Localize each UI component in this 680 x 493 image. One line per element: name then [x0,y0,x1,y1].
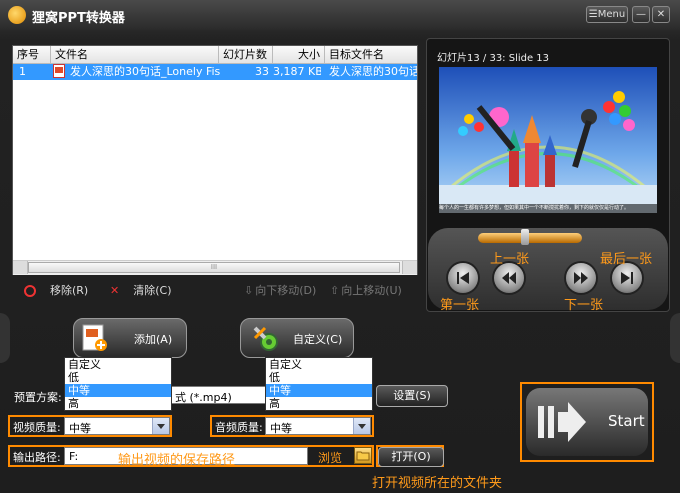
custom-button[interactable]: 自定义(C) [240,318,354,358]
prev-slide-button[interactable] [494,263,524,293]
row-size: 3,187 KB [273,65,321,78]
column-seq[interactable]: 序号 [13,46,51,63]
clear-label: 清除(C) [133,284,172,297]
audio-quality-label: 音频质量: [215,421,263,434]
audio-option-medium[interactable]: 中等 [266,384,372,397]
skip-first-icon [457,272,469,284]
fast-forward-icon [574,272,588,284]
start-button-highlight: Start [520,382,654,462]
column-slides[interactable]: 幻灯片数 [219,46,273,63]
seek-bar[interactable] [478,233,582,243]
minimize-button[interactable]: — [632,6,650,23]
file-list[interactable]: 序号 文件名 幻灯片数 大小 目标文件名 1 发人深思的30句话_Lonely … [12,45,418,275]
skip-last-icon [621,272,633,284]
seek-handle[interactable] [520,229,529,245]
column-filename[interactable]: 文件名 [51,46,219,63]
next-slide-button[interactable] [566,263,596,293]
prev-slide-annotation: 上一张 [490,252,530,267]
menu-button[interactable]: ☰Menu [586,6,628,23]
video-option-high[interactable]: 高 [65,397,171,410]
scroll-right-button[interactable] [402,261,417,274]
scroll-left-button[interactable] [13,261,28,274]
video-option-low[interactable]: 低 [65,371,171,384]
row-slides: 33 [255,65,269,78]
menu-label: Menu [597,9,626,20]
left-edge-decoration [0,313,10,363]
clear-button[interactable]: ✕ 清除(C) [110,282,171,298]
table-row[interactable]: 1 发人深思的30句话_Lonely Fish 33 3,187 KB 发人深思… [13,64,417,80]
audio-quality-value: 中等 [270,422,292,435]
video-option-medium[interactable]: 中等 [65,384,171,397]
title-bar[interactable]: 狸窝PPT转换器 ☰Menu — ✕ [0,0,680,30]
menu-icon: ☰ [588,9,598,20]
move-up-label: 向上移动(U) [341,284,402,297]
browse-annotation: 浏览 [318,451,343,465]
clear-icon: ✕ [110,284,120,297]
output-path-value: F: [69,450,79,463]
move-up-button[interactable]: ⇧ 向上移动(U) [330,282,402,298]
add-file-icon [82,324,107,351]
right-edge-decoration [670,313,680,363]
rewind-icon [502,272,516,284]
arrow-up-icon: ⇧ [330,284,340,297]
row-filename: 发人深思的30句话_Lonely Fish [70,65,220,78]
file-list-header: 序号 文件名 幻灯片数 大小 目标文件名 [13,46,417,64]
start-button[interactable]: Start [526,388,648,456]
preset-select[interactable]: 式 (*.mp4) [170,386,266,404]
close-button[interactable]: ✕ [652,6,670,23]
video-quality-value: 中等 [69,422,91,435]
tools-icon [253,326,278,351]
output-path-label: 输出路径: [13,451,61,464]
last-slide-button[interactable] [612,263,642,293]
audio-quality-select[interactable]: 中等 [265,417,371,435]
ppt-file-icon [53,64,67,80]
chevron-down-icon[interactable] [353,418,370,434]
next-slide-annotation: 下一张 [564,298,604,313]
browse-folder-button[interactable] [354,447,372,464]
scroll-thumb[interactable]: III [28,262,400,273]
settings-button[interactable]: 设置(S) [376,385,448,407]
app-window: 狸窝PPT转换器 ☰Menu — ✕ 序号 文件名 幻灯片数 大小 目标文件名 … [0,0,680,493]
column-target[interactable]: 目标文件名 [325,46,417,63]
video-quality-label: 视频质量: [13,421,61,434]
app-title: 狸窝PPT转换器 [32,11,125,26]
remove-button[interactable]: 移除(R) [24,282,88,298]
move-down-label: 向下移动(D) [255,284,317,297]
preset-label: 预置方案: [14,391,62,404]
slide-illustration [439,91,657,213]
first-slide-button[interactable] [448,263,478,293]
folder-icon [356,451,370,461]
horizontal-scrollbar[interactable]: III [13,260,417,275]
video-quality-dropdown-list[interactable]: 自定义 低 中等 高 [64,357,172,411]
audio-option-high[interactable]: 高 [266,397,372,410]
column-size[interactable]: 大小 [273,46,325,63]
preview-title: 幻灯片13 / 33: Slide 13 [437,53,550,64]
video-option-custom[interactable]: 自定义 [65,358,171,371]
preset-value: 式 (*.mp4) [175,391,232,404]
audio-quality-dropdown-list[interactable]: 自定义 低 中等 高 [265,357,373,411]
video-quality-select[interactable]: 中等 [64,417,170,435]
open-folder-annotation: 打开视频所在的文件夹 [372,476,503,491]
start-label: Start [608,412,645,430]
open-folder-button[interactable]: 打开(O) [378,447,444,467]
last-slide-annotation: 最后一张 [600,252,653,267]
slide-image: 每个人的一生都有许多梦想，但如果其中一个不断搅扰着你，剩下的就仅仅是行动了。 [439,67,657,213]
remove-icon [24,285,36,297]
row-target: 发人深思的30句话_Lonely Fish [329,65,417,78]
audio-option-low[interactable]: 低 [266,371,372,384]
add-label: 添加(A) [134,333,173,346]
output-path-annotation: 输出视频的保存路径 [118,453,236,468]
first-slide-annotation: 第一张 [440,298,480,313]
chevron-down-icon[interactable] [152,418,169,434]
move-down-button[interactable]: ⇩ 向下移动(D) [244,282,316,298]
remove-label: 移除(R) [50,284,89,297]
custom-label: 自定义(C) [293,333,343,346]
play-arrow-icon [538,402,586,442]
row-seq: 1 [19,65,26,78]
arrow-down-icon: ⇩ [244,284,254,297]
slide-caption: 每个人的一生都有许多梦想，但如果其中一个不断搅扰着你，剩下的就仅仅是行动了。 [439,204,657,213]
add-button[interactable]: 添加(A) [73,318,187,358]
audio-option-custom[interactable]: 自定义 [266,358,372,371]
app-logo-icon [8,6,26,24]
